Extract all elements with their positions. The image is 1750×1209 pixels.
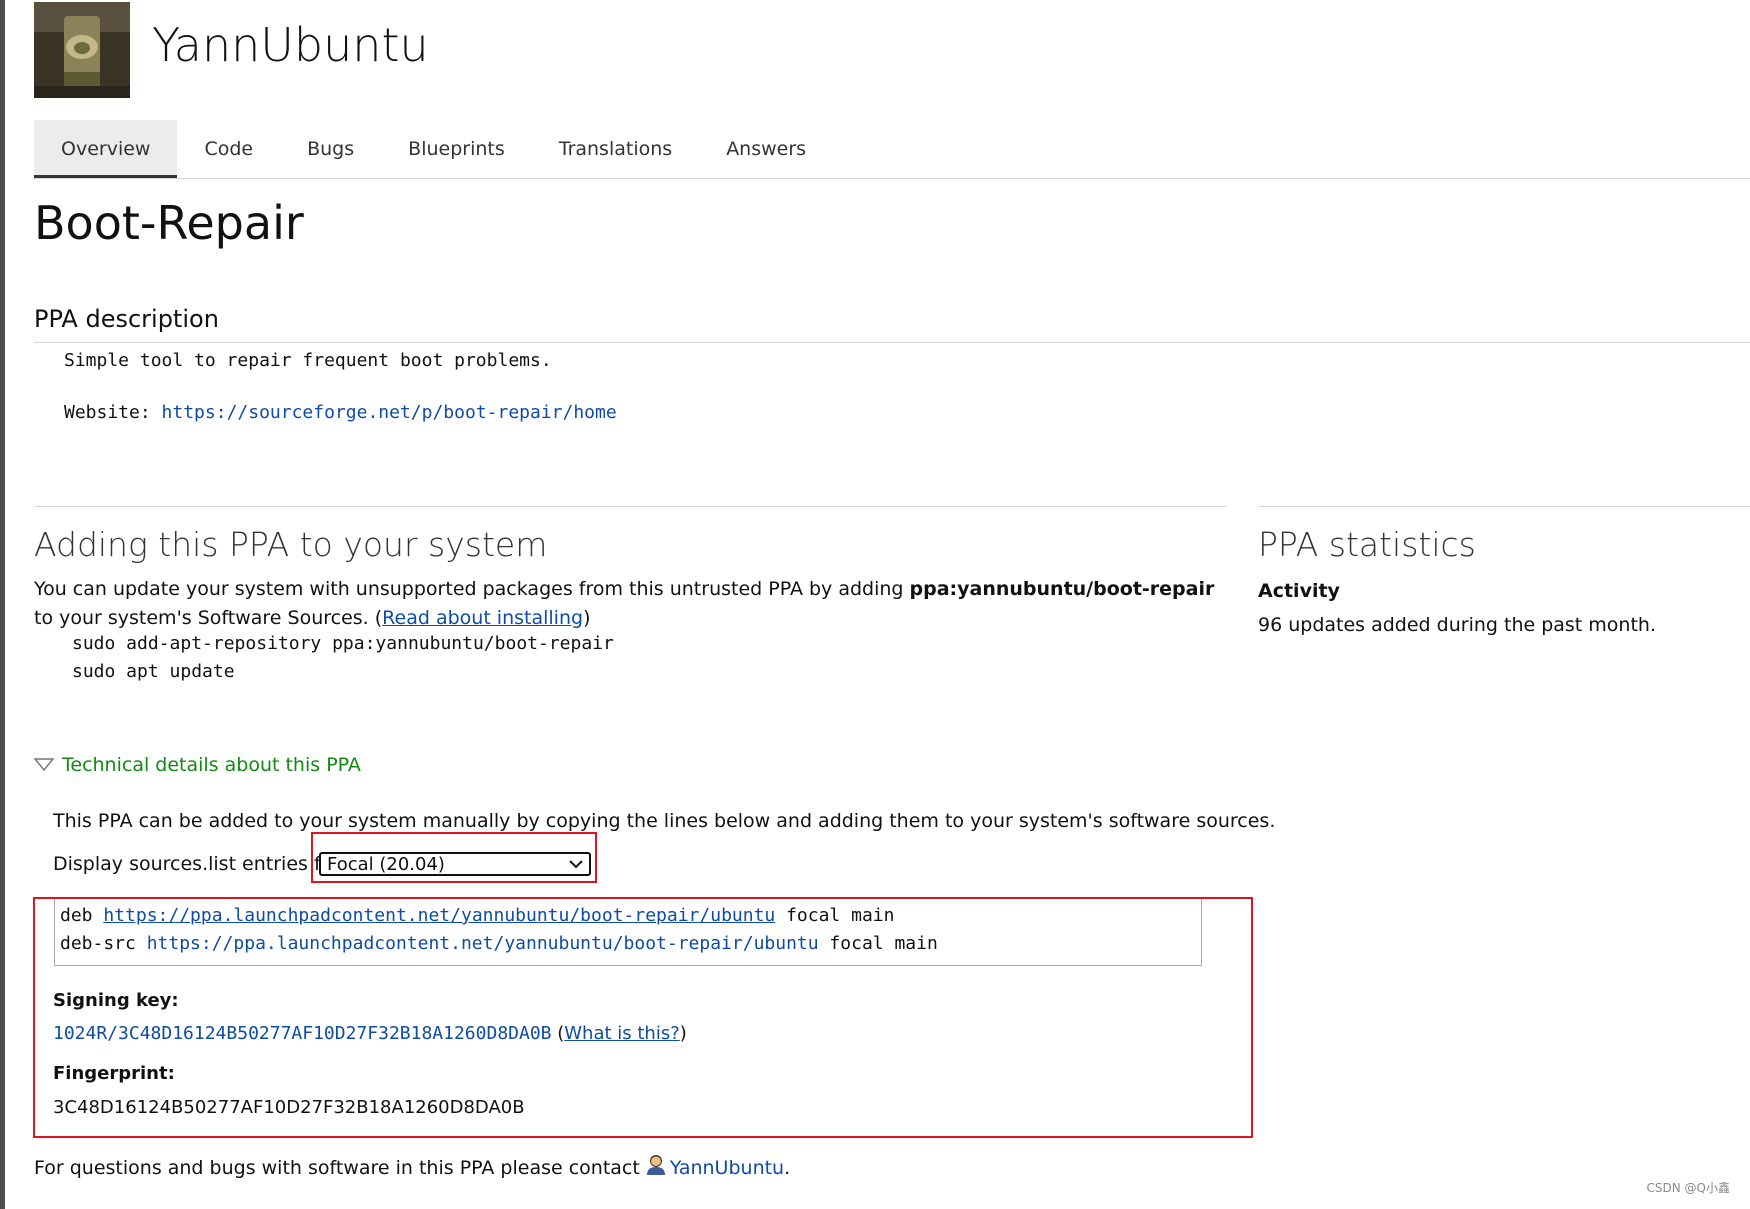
display-sources-label: Display sources.list entries for: (53, 853, 347, 875)
nav-tabs: Overview Code Bugs Blueprints Translatio… (34, 120, 1750, 179)
contact-line: For questions and bugs with software in … (34, 1154, 790, 1181)
left-window-edge (0, 0, 5, 1209)
brand-title[interactable]: YannUbuntu (152, 18, 429, 72)
tab-answers[interactable]: Answers (699, 120, 833, 178)
divider (1258, 506, 1750, 507)
adding-text-before: You can update your system with unsuppor… (34, 578, 910, 600)
updates-count-text: 96 updates added during the past month. (1258, 614, 1657, 636)
profile-photo-icon (34, 2, 130, 98)
command-add-repository: sudo add-apt-repository ppa:yannubuntu/b… (72, 633, 614, 654)
triangle-down-icon (34, 758, 54, 772)
website-line: Website: https://sourceforge.net/p/boot-… (64, 402, 617, 423)
tab-translations[interactable]: Translations (532, 120, 699, 178)
technical-details-label: Technical details about this PPA (62, 754, 361, 776)
contact-period: . (784, 1156, 791, 1179)
website-link[interactable]: https://sourceforge.net/p/boot-repair/ho… (162, 402, 617, 423)
highlight-box-sources (33, 897, 1253, 1138)
watermark-text: CSDN @Q小鑫 (1646, 1181, 1730, 1195)
contact-user-link[interactable]: YannUbuntu (670, 1157, 784, 1179)
command-apt-update: sudo apt update (72, 661, 235, 682)
adding-ppa-text: You can update your system with unsuppor… (34, 575, 1234, 633)
adding-text-after: to your system's Software Sources. ( (34, 607, 383, 629)
adding-text-close: ) (583, 607, 591, 629)
ppa-name: ppa:yannubuntu/boot-repair (909, 578, 1215, 600)
activity-label: Activity (1258, 580, 1340, 602)
tab-blueprints[interactable]: Blueprints (381, 120, 532, 178)
highlight-box-select (311, 832, 597, 883)
contact-text: For questions and bugs with software in … (34, 1156, 640, 1179)
read-about-installing-link[interactable]: Read about installing (382, 607, 583, 629)
adding-ppa-heading: Adding this PPA to your system (34, 525, 548, 564)
tab-overview[interactable]: Overview (34, 120, 178, 178)
person-icon (646, 1154, 666, 1181)
tab-code[interactable]: Code (177, 120, 280, 178)
description-text: Simple tool to repair frequent boot prob… (64, 350, 552, 371)
technical-details-toggle[interactable]: Technical details about this PPA (34, 754, 361, 776)
ppa-statistics-heading: PPA statistics (1258, 525, 1476, 564)
ppa-description-heading: PPA description (34, 305, 219, 333)
website-label: Website: (64, 402, 162, 423)
divider (34, 342, 1750, 343)
profile-photo[interactable] (34, 2, 130, 98)
technical-intro-text: This PPA can be added to your system man… (53, 810, 1276, 832)
divider (34, 506, 1226, 507)
page-title: Boot-Repair (34, 196, 304, 250)
tab-bugs[interactable]: Bugs (280, 120, 381, 178)
